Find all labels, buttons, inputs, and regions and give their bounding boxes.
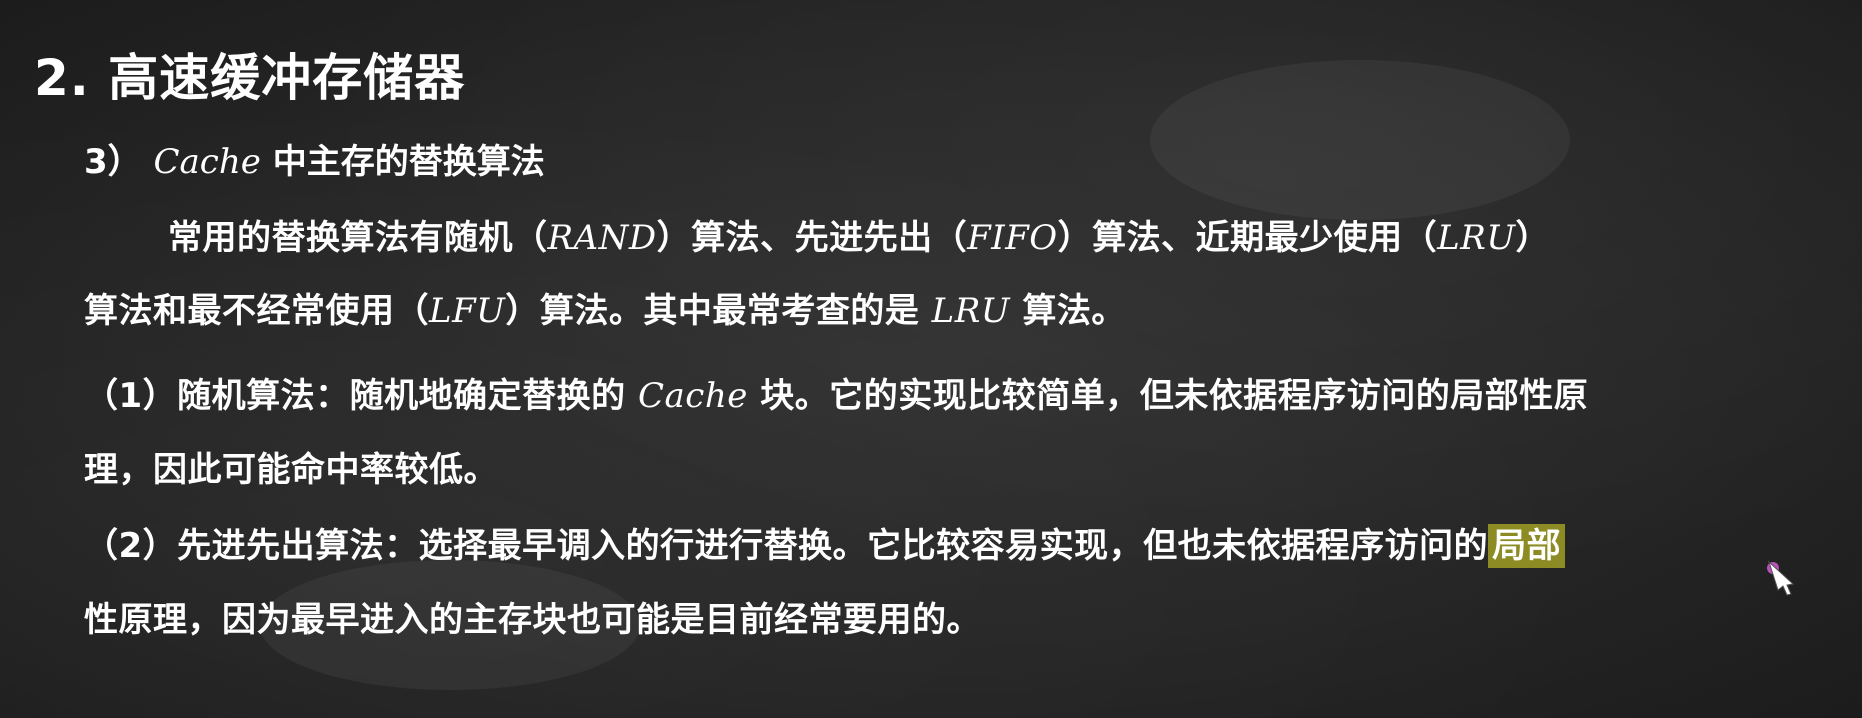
rand-term: RAND: [547, 218, 657, 258]
intro-text: ）: [1515, 218, 1551, 258]
section-heading: 3） Cache 中主存的替换算法: [84, 134, 545, 183]
intro-text: ）算法、近期最少使用（: [1057, 218, 1438, 258]
chalkboard-slide: 2. 高速缓冲存储器 3） Cache 中主存的替换算法 常用的替换算法有随机（…: [0, 0, 1862, 718]
intro-text: ）算法。其中最常考查的是: [505, 291, 932, 331]
item-2-line-1: （2）先进先出算法：选择最早调入的行进行替换。它比较容易实现，但也未依据程序访问…: [84, 518, 1566, 568]
section-number: 3）: [84, 142, 142, 182]
item-text: 块。它的实现比较简单，但未依据程序访问的局部性原: [747, 376, 1589, 416]
intro-line-2: 算法和最不经常使用（LFU）算法。其中最常考查的是 LRU 算法。: [84, 283, 1126, 332]
lfu-term: LFU: [429, 291, 506, 331]
section-heading-text: 中主存的替换算法: [272, 142, 545, 182]
item-text: （1）随机算法：随机地确定替换的: [84, 376, 638, 416]
intro-text: ）算法、先进先出（: [656, 218, 968, 258]
intro-line-1: 常用的替换算法有随机（RAND）算法、先进先出（FIFO）算法、近期最少使用（L…: [168, 210, 1550, 259]
item-1-line-1: （1）随机算法：随机地确定替换的 Cache 块。它的实现比较简单，但未依据程序…: [84, 368, 1588, 417]
intro-text: 算法和最不经常使用（: [84, 291, 429, 331]
pen-cursor-icon: [1763, 558, 1803, 598]
item-1-line-2: 理，因此可能命中率较低。: [84, 450, 498, 490]
cache-term: Cache: [153, 142, 261, 182]
intro-text: 算法。: [1010, 291, 1126, 331]
slide-title: 2. 高速缓冲存储器: [34, 49, 466, 107]
lru-term: LRU: [1437, 218, 1516, 258]
chalk-smudge: [1150, 60, 1570, 220]
cache-term: Cache: [638, 376, 748, 416]
intro-text: 常用的替换算法有随机（: [168, 218, 548, 258]
item-text: （2）先进先出算法：选择最早调入的行进行替换。它比较容易实现，但也未依据程序访问…: [84, 526, 1489, 566]
highlighted-text: 局部: [1488, 524, 1566, 568]
fifo-term: FIFO: [967, 218, 1058, 258]
item-2-line-2: 性原理，因为最早进入的主存块也可能是目前经常要用的。: [84, 600, 981, 640]
lru-term: LRU: [931, 291, 1011, 331]
